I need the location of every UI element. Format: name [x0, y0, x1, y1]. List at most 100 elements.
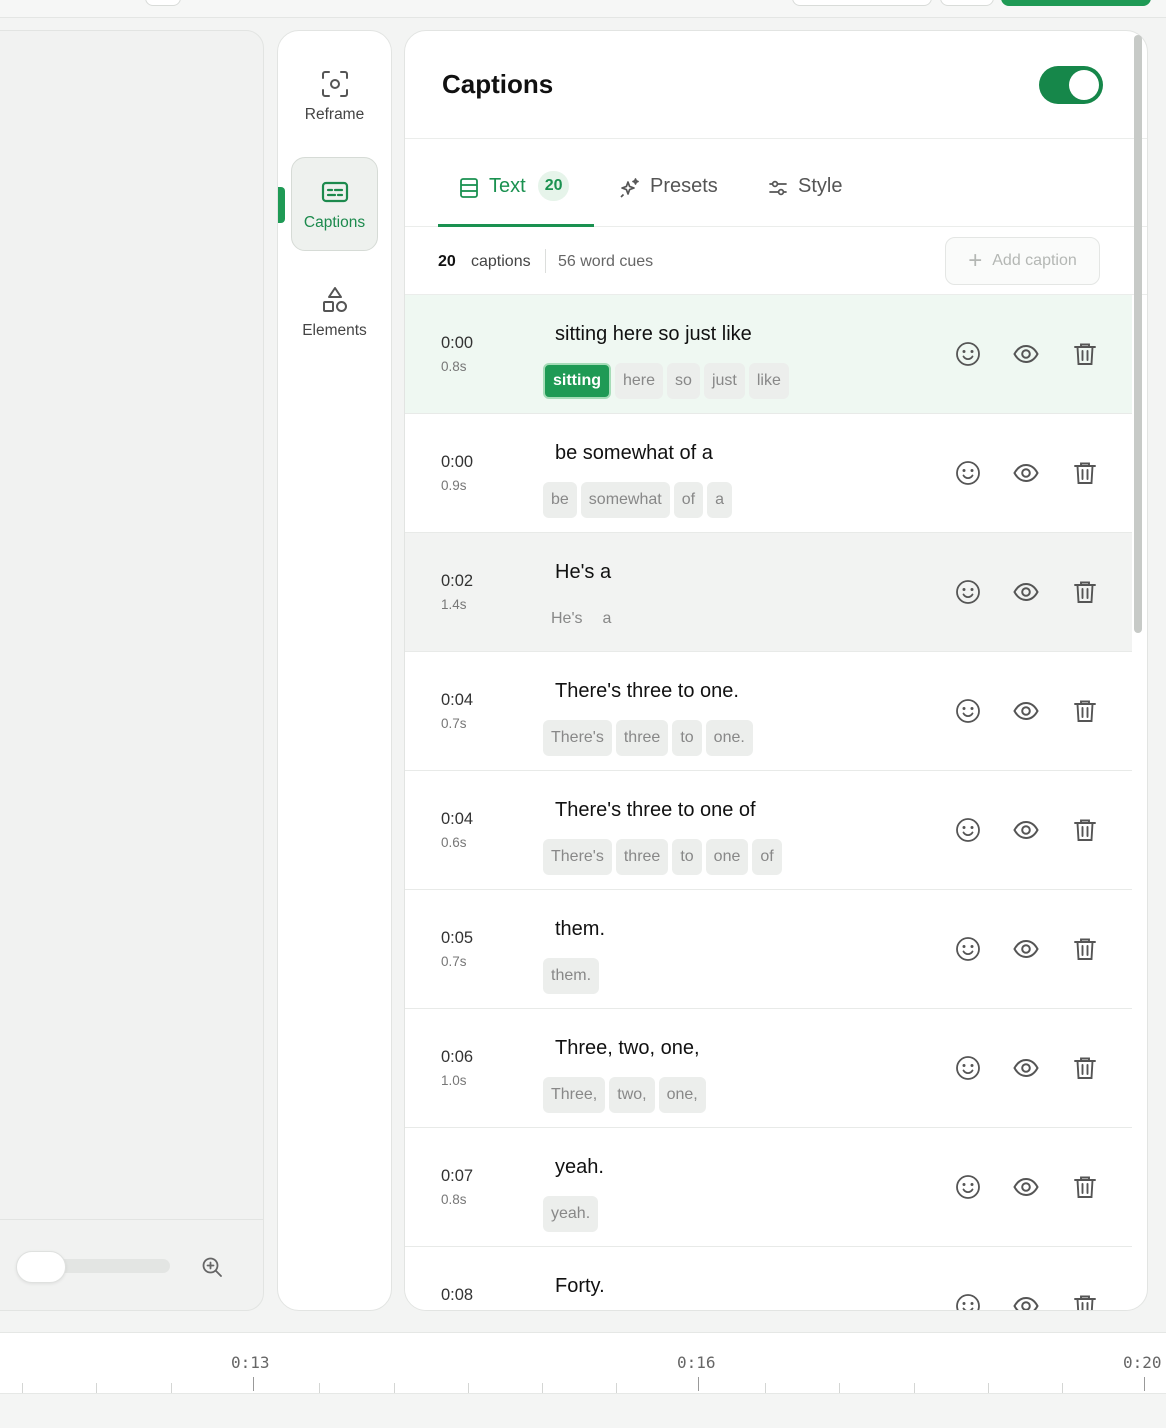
word-chip[interactable]: them.: [543, 958, 600, 994]
emoji-icon[interactable]: [954, 1173, 982, 1201]
caption-text[interactable]: be somewhat of a: [555, 442, 713, 465]
caption-row[interactable]: 0:04 0.7s There's three to one. There's thre…: [405, 652, 1132, 771]
rail-item-captions[interactable]: Captions: [291, 157, 378, 251]
eye-icon[interactable]: [1012, 1054, 1040, 1082]
word-chip[interactable]: so: [667, 363, 700, 399]
trash-icon[interactable]: [1071, 1173, 1099, 1201]
caption-row[interactable]: 0:04 0.6s There's three to one of There's th…: [405, 771, 1132, 890]
word-chip[interactable]: three: [615, 839, 669, 875]
word-chip[interactable]: one.: [705, 720, 753, 756]
timeline-tick: [913, 1383, 915, 1393]
caption-row[interactable]: 0:05 0.7s them. them.: [405, 890, 1132, 1009]
word-chip[interactable]: There's: [543, 720, 612, 756]
emoji-icon[interactable]: [954, 935, 982, 963]
rail-item-label: Reframe: [304, 106, 365, 123]
timeline-label: 0:16: [677, 1353, 716, 1372]
emoji-icon[interactable]: [954, 1054, 982, 1082]
word-chip[interactable]: sitting: [543, 363, 611, 399]
eye-icon[interactable]: [1012, 935, 1040, 963]
toolbar-button[interactable]: [792, 0, 932, 6]
add-caption-button[interactable]: + Add caption: [945, 237, 1100, 285]
word-cues: them.: [543, 958, 600, 994]
word-chip[interactable]: just: [703, 363, 745, 399]
word-chip[interactable]: to: [672, 720, 702, 756]
caption-text[interactable]: There's three to one.: [555, 680, 739, 703]
word-cues: He's a: [543, 601, 619, 637]
emoji-icon[interactable]: [954, 459, 982, 487]
trash-icon[interactable]: [1071, 459, 1099, 487]
caption-text[interactable]: Three, two, one,: [555, 1037, 700, 1060]
captions-toggle[interactable]: [1039, 66, 1103, 104]
toolbar-button[interactable]: [940, 0, 994, 6]
trash-icon[interactable]: [1071, 1292, 1099, 1310]
caption-text[interactable]: sitting here so just like: [555, 323, 752, 346]
word-chip[interactable]: yeah.: [543, 1196, 599, 1232]
trash-icon[interactable]: [1071, 697, 1099, 725]
caption-row[interactable]: 0:02 1.4s He's a He's a: [405, 533, 1132, 652]
caption-text[interactable]: He's a: [555, 561, 611, 584]
caption-text[interactable]: Forty.: [555, 1275, 605, 1298]
rail-item-reframe[interactable]: Reframe: [291, 49, 378, 143]
caption-duration: 0.9s: [441, 478, 467, 493]
word-chip[interactable]: There's: [543, 839, 612, 875]
word-chip[interactable]: one,: [658, 1077, 706, 1113]
emoji-icon[interactable]: [954, 340, 982, 368]
emoji-icon[interactable]: [954, 816, 982, 844]
word-chip[interactable]: be: [543, 482, 577, 518]
tab-text[interactable]: Text 20: [438, 171, 594, 227]
trash-icon[interactable]: [1071, 1054, 1099, 1082]
caption-text[interactable]: There's three to one of: [555, 799, 756, 822]
export-button[interactable]: [1001, 0, 1151, 6]
word-chip[interactable]: somewhat: [580, 482, 670, 518]
eye-icon[interactable]: [1012, 1292, 1040, 1310]
eye-icon[interactable]: [1012, 578, 1040, 606]
caption-start-time: 0:02: [441, 572, 474, 590]
caption-row[interactable]: 0:06 1.0s Three, two, one, Three, two, one,: [405, 1009, 1132, 1128]
tab-presets[interactable]: Presets: [619, 175, 718, 227]
caption-row[interactable]: 0:00 0.9s be somewhat of a be somewhat of a: [405, 414, 1132, 533]
trash-icon[interactable]: [1071, 935, 1099, 963]
caption-row[interactable]: 0:07 0.8s yeah. yeah.: [405, 1128, 1132, 1247]
caption-text[interactable]: yeah.: [555, 1156, 604, 1179]
word-chip[interactable]: of: [673, 482, 704, 518]
word-chip[interactable]: here: [615, 363, 664, 399]
eye-icon[interactable]: [1012, 697, 1040, 725]
word-chip[interactable]: a: [707, 482, 732, 518]
toolbar-button[interactable]: [145, 0, 181, 6]
caption-duration: 1.4s: [441, 597, 467, 612]
timeline-tick: [170, 1383, 172, 1393]
timeline-label: 0:20: [1123, 1353, 1162, 1372]
word-chip[interactable]: He's: [543, 601, 591, 637]
caption-text[interactable]: them.: [555, 918, 605, 941]
caption-count: 20: [438, 253, 456, 270]
emoji-icon[interactable]: [954, 578, 982, 606]
zoom-in-icon[interactable]: [200, 1255, 224, 1279]
word-chip[interactable]: Three,: [543, 1077, 606, 1113]
word-chip[interactable]: one: [705, 839, 749, 875]
caption-row[interactable]: 0:00 0.8s sitting here so just like sitting…: [405, 295, 1132, 414]
timeline-track[interactable]: [0, 1393, 1166, 1428]
word-chip[interactable]: to: [672, 839, 702, 875]
tab-style[interactable]: Style: [767, 175, 842, 227]
trash-icon[interactable]: [1071, 816, 1099, 844]
word-chip[interactable]: two,: [609, 1077, 655, 1113]
caption-duration: 0.7s: [441, 716, 467, 731]
trash-icon[interactable]: [1071, 340, 1099, 368]
timeline[interactable]: 0:13 0:16 0:20: [0, 1332, 1166, 1428]
emoji-icon[interactable]: [954, 1292, 982, 1310]
word-chip[interactable]: of: [752, 839, 782, 875]
caption-row[interactable]: 0:08 Forty.: [405, 1247, 1132, 1310]
word-chip[interactable]: a: [595, 601, 620, 637]
emoji-icon[interactable]: [954, 697, 982, 725]
rail-item-elements[interactable]: Elements: [291, 265, 378, 359]
word-chip[interactable]: like: [748, 363, 789, 399]
zoom-slider-handle[interactable]: [16, 1251, 66, 1283]
trash-icon[interactable]: [1071, 578, 1099, 606]
scrollbar[interactable]: [1134, 35, 1142, 633]
eye-icon[interactable]: [1012, 1173, 1040, 1201]
word-chip[interactable]: three: [615, 720, 669, 756]
eye-icon[interactable]: [1012, 816, 1040, 844]
eye-icon[interactable]: [1012, 340, 1040, 368]
rail-item-label: Elements: [302, 322, 367, 339]
eye-icon[interactable]: [1012, 459, 1040, 487]
